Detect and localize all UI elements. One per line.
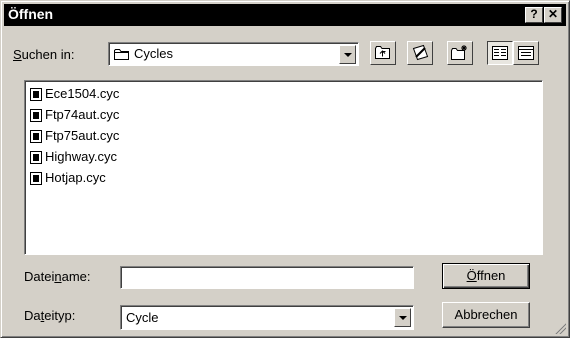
details-view-button[interactable] [513, 41, 539, 65]
file-icon [30, 172, 42, 185]
filetype-value: Cycle [126, 310, 159, 325]
help-button[interactable]: ? [525, 7, 543, 23]
new-folder-button[interactable] [447, 41, 473, 65]
lookin-dropdown[interactable]: Cycles [108, 42, 359, 66]
file-icon [30, 88, 42, 101]
list-view-icon [492, 46, 508, 63]
resize-grip-icon[interactable] [554, 322, 566, 334]
open-button[interactable]: Öffnen [442, 263, 530, 289]
chevron-down-icon[interactable] [394, 308, 411, 327]
chevron-down-icon[interactable] [339, 45, 356, 64]
open-dialog: Öffnen ? ✕ Suchen in: Cycles Ece1504.cyc… [0, 0, 570, 338]
filetype-select[interactable]: Cycle [120, 305, 414, 330]
new-folder-icon [451, 44, 469, 64]
filename-input[interactable] [120, 266, 414, 289]
details-view-icon [518, 46, 534, 63]
up-one-level-button[interactable] [370, 41, 396, 65]
file-icon [30, 109, 42, 122]
cancel-button[interactable]: Abbrechen [442, 302, 530, 328]
file-icon [30, 130, 42, 143]
filetype-label: Dateityp: [24, 308, 76, 323]
file-name: Ece1504.cyc [45, 86, 120, 101]
close-button[interactable]: ✕ [544, 7, 562, 23]
lookin-value: Cycles [134, 46, 174, 61]
lookin-label: Suchen in: [13, 47, 75, 62]
folder-icon [114, 48, 130, 63]
file-name: Hotjap.cyc [45, 170, 106, 185]
file-icon [30, 151, 42, 164]
file-list[interactable]: Ece1504.cyc Ftp74aut.cyc Ftp75aut.cyc Hi… [24, 80, 543, 255]
window-title: Öffnen [8, 6, 54, 22]
file-name: Ftp75aut.cyc [45, 128, 120, 143]
title-bar[interactable]: Öffnen ? ✕ [4, 4, 566, 26]
list-view-button[interactable] [487, 41, 513, 65]
file-name: Ftp74aut.cyc [45, 107, 120, 122]
file-name: Highway.cyc [45, 149, 118, 164]
filename-label: Dateiname: [24, 269, 91, 284]
desktop-button[interactable] [407, 41, 433, 65]
up-one-level-icon [375, 45, 391, 63]
desktop-icon [412, 44, 429, 64]
